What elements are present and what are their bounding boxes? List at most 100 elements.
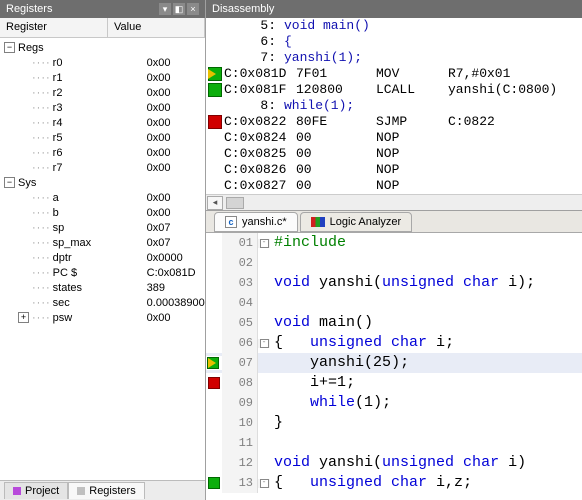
disasm-source-row[interactable]: 8: while(1); — [206, 98, 582, 114]
register-name: r5 — [53, 132, 143, 144]
disassembly-title-bar: Disassembly — [206, 0, 582, 18]
editor-line[interactable]: 12void yanshi(unsigned char i) — [206, 453, 582, 473]
editor-line[interactable]: 03void yanshi(unsigned char i); — [206, 273, 582, 293]
disasm-scrollbar[interactable]: ◂ — [206, 194, 582, 210]
pane-pin-icon[interactable]: ◧ — [173, 3, 185, 15]
register-name: r1 — [53, 72, 143, 84]
tab-source-file[interactable]: c yanshi.c* — [214, 212, 298, 232]
register-group[interactable]: −Sys — [0, 175, 205, 190]
register-row[interactable]: ····r30x00 — [0, 100, 205, 115]
tab-registers[interactable]: Registers — [68, 482, 144, 499]
breakpoint-icon[interactable] — [208, 377, 220, 389]
register-row[interactable]: ····r70x00 — [0, 160, 205, 175]
register-row[interactable]: ····a0x00 — [0, 190, 205, 205]
editor-line[interactable]: 07 yanshi(25); — [206, 353, 582, 373]
line-number: 11 — [222, 433, 258, 453]
editor-line[interactable]: 04 — [206, 293, 582, 313]
disasm-asm-row[interactable]: C:0x082600NOP — [206, 162, 582, 178]
registers-tree[interactable]: −Regs····r00x00····r10x00····r20x00····r… — [0, 38, 205, 480]
register-row[interactable]: ····b0x00 — [0, 205, 205, 220]
line-number: 08 — [222, 373, 258, 393]
code-text: while(1); — [270, 393, 391, 413]
register-name: dptr — [53, 252, 143, 264]
register-value: 0x00 — [143, 147, 171, 159]
register-group[interactable]: −Regs — [0, 40, 205, 55]
register-row[interactable]: ····r40x00 — [0, 115, 205, 130]
logic-analyzer-icon — [311, 217, 325, 227]
asm-addr: C:0x0824 — [224, 130, 296, 146]
register-row[interactable]: ····PC $C:0x081D — [0, 265, 205, 280]
disasm-asm-row[interactable]: C:0x082400NOP — [206, 130, 582, 146]
editor-line[interactable]: 10} — [206, 413, 582, 433]
register-name: a — [53, 192, 143, 204]
register-row[interactable]: ····dptr0x0000 — [0, 250, 205, 265]
breakpoint-icon[interactable] — [208, 115, 222, 129]
expand-icon[interactable]: − — [4, 42, 15, 53]
register-row[interactable]: ····r60x00 — [0, 145, 205, 160]
line-number: 09 — [222, 393, 258, 413]
tab-project[interactable]: Project — [4, 482, 68, 499]
register-row[interactable]: +····psw0x00 — [0, 310, 205, 325]
line-number: 07 — [222, 353, 258, 373]
pane-close-icon[interactable]: × — [187, 3, 199, 15]
pane-menu-icon[interactable]: ▾ — [159, 3, 171, 15]
expand-icon[interactable]: + — [18, 312, 29, 323]
register-name: r6 — [53, 147, 143, 159]
register-name: psw — [53, 312, 143, 324]
register-row[interactable]: ····r00x00 — [0, 55, 205, 70]
disasm-asm-row[interactable]: C:0x082280FESJMPC:0822 — [206, 114, 582, 130]
register-name: b — [53, 207, 143, 219]
asm-hex: 00 — [296, 162, 376, 178]
editor-line[interactable]: 02 — [206, 253, 582, 273]
register-row[interactable]: ····sp_max0x07 — [0, 235, 205, 250]
col-register[interactable]: Register — [0, 18, 108, 37]
disasm-asm-row[interactable]: C:0x082500NOP — [206, 146, 582, 162]
register-value: 0x00 — [143, 57, 171, 69]
line-number: 06 — [222, 333, 258, 353]
exec-marker-icon — [208, 83, 222, 97]
register-row[interactable]: ····r50x00 — [0, 130, 205, 145]
fold-icon[interactable]: - — [260, 239, 269, 248]
register-name: r3 — [53, 102, 143, 114]
code-text: { unsigned char i; — [270, 333, 454, 353]
asm-mnem: NOP — [376, 146, 448, 162]
disasm-asm-row[interactable]: C:0x082700NOP — [206, 178, 582, 194]
disasm-source-row[interactable]: 7: yanshi(1); — [206, 50, 582, 66]
expand-icon[interactable]: − — [4, 177, 15, 188]
disasm-asm-row[interactable]: C:0x081D7F01MOVR7,#0x01 — [206, 66, 582, 82]
register-row[interactable]: ····sec0.00038900 — [0, 295, 205, 310]
editor-line[interactable]: 09 while(1); — [206, 393, 582, 413]
tab-logic-analyzer[interactable]: Logic Analyzer — [300, 212, 413, 232]
register-row[interactable]: ····r10x00 — [0, 70, 205, 85]
editor-line[interactable]: 06-{ unsigned char i; — [206, 333, 582, 353]
register-value: 0x00 — [143, 312, 171, 324]
editor-line[interactable]: 08 i+=1; — [206, 373, 582, 393]
editor-line[interactable]: 05void main() — [206, 313, 582, 333]
fold-icon[interactable]: - — [260, 479, 269, 488]
register-value: 0x00 — [143, 207, 171, 219]
disassembly-body[interactable]: 5:void main()6:{7: yanshi(1);C:0x081D7F0… — [206, 18, 582, 194]
disasm-source-row[interactable]: 6:{ — [206, 34, 582, 50]
code-editor[interactable]: 01-#include0203void yanshi(unsigned char… — [206, 233, 582, 500]
editor-line[interactable]: 01-#include — [206, 233, 582, 253]
register-name: r0 — [53, 57, 143, 69]
editor-line[interactable]: 11 — [206, 433, 582, 453]
col-value[interactable]: Value — [108, 18, 205, 37]
line-number: 04 — [222, 293, 258, 313]
asm-hex: 00 — [296, 146, 376, 162]
line-number: 13 — [222, 473, 258, 493]
register-row[interactable]: ····r20x00 — [0, 85, 205, 100]
scroll-left-icon[interactable]: ◂ — [207, 196, 223, 210]
register-value: 0x07 — [143, 222, 171, 234]
asm-addr: C:0x0822 — [224, 114, 296, 130]
left-bottom-tabs: Project Registers — [0, 480, 205, 500]
scroll-thumb[interactable] — [226, 197, 244, 209]
register-name: r2 — [53, 87, 143, 99]
register-row[interactable]: ····states389 — [0, 280, 205, 295]
editor-line[interactable]: 13-{ unsigned char i,z; — [206, 473, 582, 493]
disasm-asm-row[interactable]: C:0x081F120800LCALLyanshi(C:0800) — [206, 82, 582, 98]
fold-icon[interactable]: - — [260, 339, 269, 348]
register-value: 0x00 — [143, 132, 171, 144]
disasm-source-row[interactable]: 5:void main() — [206, 18, 582, 34]
register-row[interactable]: ····sp0x07 — [0, 220, 205, 235]
